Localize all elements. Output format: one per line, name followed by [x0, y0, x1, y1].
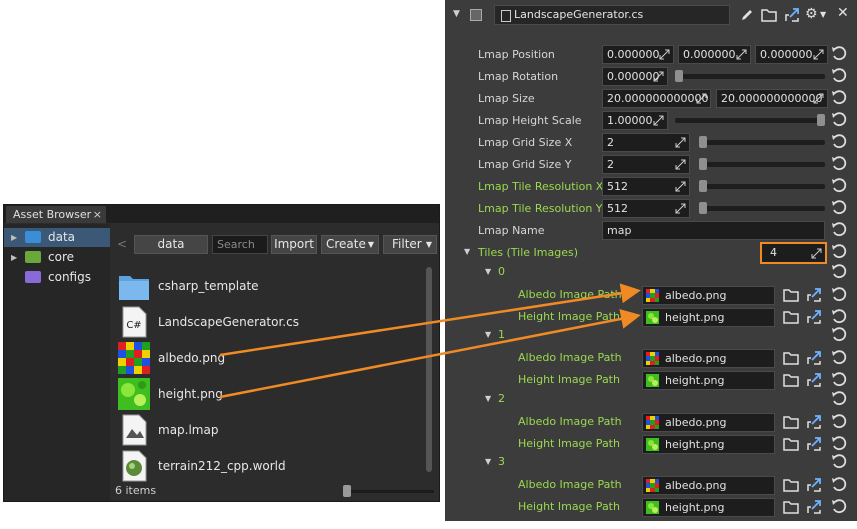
arrow-albedo: [219, 283, 641, 357]
arrow-height: [219, 309, 641, 399]
annotation-arrows: [219, 283, 641, 399]
